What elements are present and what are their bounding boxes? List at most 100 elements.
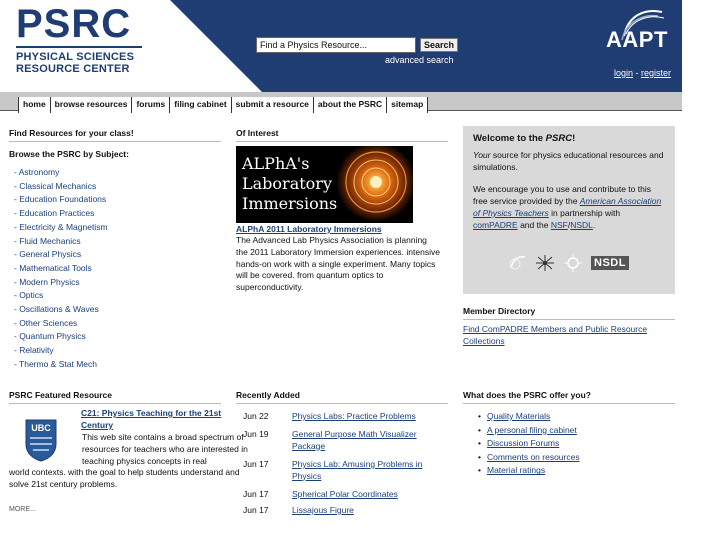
list-item: Jun 17 Spherical Polar Coordinates (243, 486, 442, 502)
welcome-partners-text-d: . (592, 220, 596, 230)
of-interest-heading: Of Interest (236, 128, 279, 138)
register-link[interactable]: register (641, 68, 671, 78)
alpha-feature-link[interactable]: ALPhA 2011 Laboratory Immersions (236, 224, 382, 234)
list-item: Jun 17 Lissajous Figure (243, 502, 442, 518)
recent-title-link[interactable]: General Purpose Math Visualizer Package (292, 429, 442, 456)
subject-oscillations-waves[interactable]: - Oscillations & Waves (14, 303, 108, 317)
featured-resource-link[interactable]: C21: Physics Teaching for the 21st Centu… (81, 407, 246, 431)
offers-list: Quality Materials A personal filing cabi… (478, 410, 580, 478)
logo-line-2: RESOURCE CENTER (16, 63, 130, 75)
logo-rule (16, 46, 142, 48)
subject-astronomy[interactable]: - Astronomy (14, 166, 108, 180)
subject-education-foundations[interactable]: - Education Foundations (14, 193, 108, 207)
list-item: Jun 22 Physics Labs: Practice Problems (243, 410, 442, 427)
subject-list: - Astronomy - Classical Mechanics - Educ… (14, 166, 108, 372)
subject-other-sciences[interactable]: - Other Sciences (14, 317, 108, 331)
psrc-logo[interactable]: PSRC PHYSICAL SCIENCES RESOURCE CENTER (16, 4, 166, 75)
subject-modern-physics[interactable]: - Modern Physics (14, 276, 108, 290)
compadre-sunburst-icon[interactable] (563, 254, 583, 272)
recent-date: Jun 17 (243, 459, 269, 469)
offer-link[interactable]: Discussion Forums (487, 438, 559, 448)
alpha-caption-line-3: Immersions (242, 194, 338, 213)
logo-wordmark: PSRC (16, 2, 132, 46)
alpha-caption-line-1: ALPhA's (242, 154, 310, 173)
featured-desc-part-2: world contexts. with the goal to help st… (9, 467, 240, 490)
recent-date: Jun 17 (243, 505, 269, 515)
subject-classical-mechanics[interactable]: - Classical Mechanics (14, 180, 108, 194)
recently-added-heading: Recently Added (236, 390, 300, 400)
offer-link[interactable]: Material ratings (487, 465, 545, 475)
welcome-title-em: PSRC (545, 133, 573, 144)
subject-education-practices[interactable]: - Education Practices (14, 207, 108, 221)
welcome-title: Welcome to the PSRC! (473, 133, 665, 144)
divider (9, 141, 221, 142)
subject-general-physics[interactable]: - General Physics (14, 248, 108, 262)
recent-title-link[interactable]: Lissajous Figure (292, 505, 442, 518)
nav-forums[interactable]: forums (132, 97, 171, 113)
browse-subject-heading: Browse the PSRC by Subject: (9, 149, 129, 159)
nsf-link[interactable]: NSF (551, 220, 568, 230)
partner-logos: NSDL (507, 254, 629, 272)
alpha-feature-image[interactable]: ALPhA's Laboratory Immersions (236, 146, 413, 223)
featured-description: This web site contains a broad spectrum … (9, 432, 249, 491)
divider (463, 319, 675, 320)
site-header: PSRC PHYSICAL SCIENCES RESOURCE CENTER S… (0, 0, 682, 92)
login-link[interactable]: login (614, 68, 633, 78)
subject-thermo-stat-mech[interactable]: - Thermo & Stat Mech (14, 358, 108, 372)
search-input[interactable] (256, 37, 416, 53)
recent-title-link[interactable]: Spherical Polar Coordinates (292, 489, 442, 502)
offers-heading: What does the PSRC offer you? (463, 390, 591, 400)
nav-submit-resource[interactable]: submit a resource (231, 97, 314, 113)
recent-list: Jun 22 Physics Labs: Practice Problems J… (243, 410, 442, 518)
list-item: Quality Materials (478, 410, 580, 424)
list-item: Comments on resources (478, 451, 580, 465)
aapt-logo[interactable]: AAPT (606, 27, 668, 53)
featured-resource-heading: PSRC Featured Resource (9, 390, 112, 400)
recent-title-link[interactable]: Physics Labs: Practice Problems (292, 411, 442, 427)
nav-home[interactable]: home (19, 97, 51, 113)
login-links: login - register (614, 68, 671, 78)
list-item: Jun 17 Physics Lab: Amusing Problems in … (243, 456, 442, 486)
nav-browse-resources[interactable]: browse resources (50, 97, 133, 113)
nsf-starburst-icon[interactable] (535, 254, 555, 272)
find-resources-heading: Find Resources for your class! (9, 128, 134, 138)
nav-about[interactable]: about the PSRC (313, 97, 388, 113)
offer-link[interactable]: Quality Materials (487, 411, 550, 421)
nav-filing-cabinet[interactable]: filing cabinet (170, 97, 232, 113)
welcome-box: Welcome to the PSRC! Your source for phy… (463, 126, 675, 294)
subject-fluid-mechanics[interactable]: - Fluid Mechanics (14, 235, 108, 249)
welcome-title-suffix: ! (572, 133, 576, 144)
compadre-link[interactable]: comPADRE (473, 220, 518, 230)
member-directory-heading: Member Directory (463, 306, 536, 316)
offer-link[interactable]: A personal filing cabinet (487, 425, 577, 435)
subject-quantum-physics[interactable]: - Quantum Physics (14, 330, 108, 344)
welcome-intro-em: Your (473, 150, 491, 160)
divider (236, 141, 448, 142)
divider (463, 403, 675, 404)
aapt-swoosh-small-icon[interactable] (507, 254, 527, 272)
advanced-search-link[interactable]: advanced search (385, 55, 454, 65)
offer-link[interactable]: Comments on resources (487, 452, 580, 462)
subject-relativity[interactable]: - Relativity (14, 344, 108, 358)
welcome-intro-text: source for physics educational resources… (473, 150, 664, 172)
list-item: Jun 19 General Purpose Math Visualizer P… (243, 427, 442, 456)
recent-date: Jun 19 (243, 429, 269, 439)
nsdl-link[interactable]: NSDL (570, 220, 593, 230)
nsdl-logo[interactable]: NSDL (591, 256, 629, 270)
featured-more-link[interactable]: MORE... (9, 506, 36, 513)
member-directory-link[interactable]: Find ComPADRE Members and Public Resourc… (463, 323, 678, 347)
recent-date: Jun 22 (243, 411, 269, 421)
search-button[interactable]: Search (420, 38, 459, 52)
subject-mathematical-tools[interactable]: - Mathematical Tools (14, 262, 108, 276)
subject-optics[interactable]: - Optics (14, 289, 108, 303)
divider (9, 403, 221, 404)
nav-sitemap[interactable]: sitemap (387, 97, 429, 113)
welcome-partners-text-b: in partnership with (548, 208, 621, 218)
alpha-image-caption: ALPhA's Laboratory Immersions (242, 154, 337, 214)
list-item: A personal filing cabinet (478, 424, 580, 438)
subject-electricity-magnetism[interactable]: - Electricity & Magnetism (14, 221, 108, 235)
login-separator: - (633, 68, 642, 78)
welcome-title-prefix: Welcome to the (473, 133, 546, 144)
recent-title-link[interactable]: Physics Lab: Amusing Problems in Physics (292, 459, 442, 486)
welcome-intro: Your source for physics educational reso… (473, 149, 665, 173)
